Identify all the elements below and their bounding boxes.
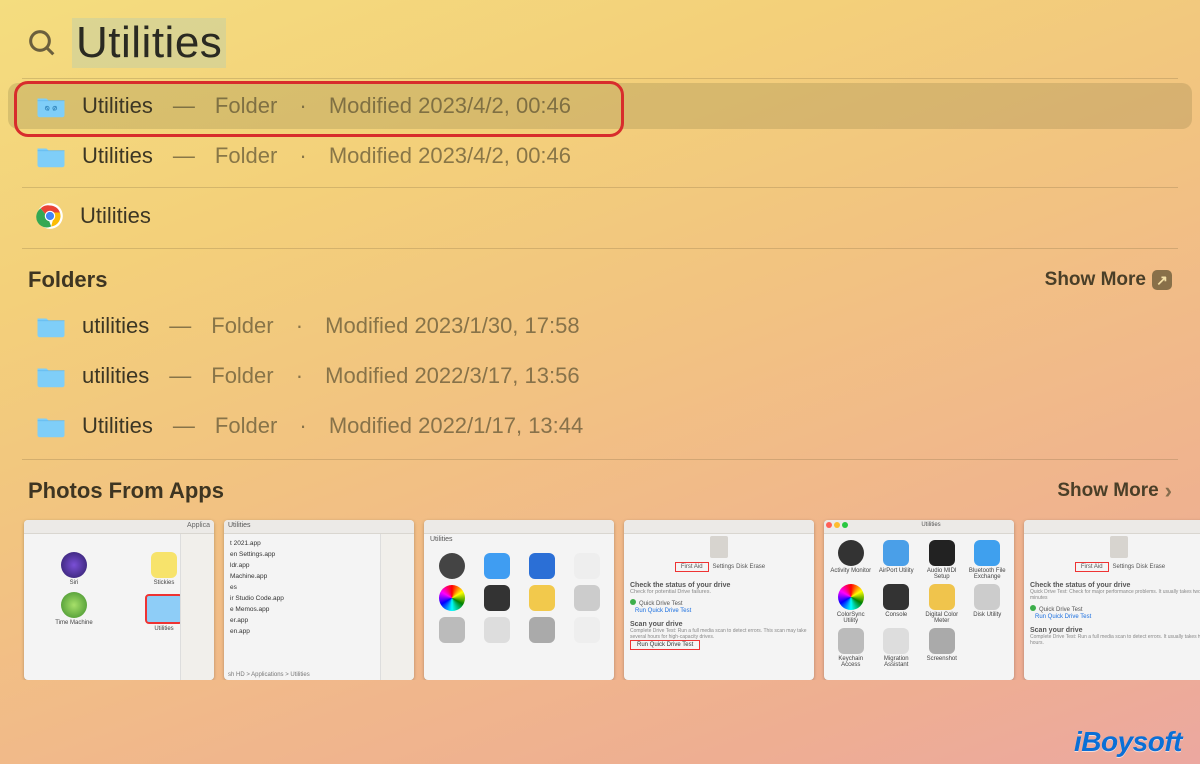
result-kind: Folder <box>211 363 273 389</box>
thumb-title: Utilities <box>224 520 414 534</box>
thumb-heading: Scan your drive <box>1030 627 1200 634</box>
result-kind: Folder <box>215 143 277 169</box>
thumb-red-button: Run Quick Drive Test <box>630 640 700 650</box>
section-title: Folders <box>28 267 107 293</box>
dash: — <box>173 93 195 119</box>
chevron-right-icon: › <box>1165 478 1172 504</box>
result-name: Utilities <box>82 413 153 439</box>
dot: · <box>293 93 313 119</box>
dot: · <box>293 143 313 169</box>
thumb-sub: Complete Drive Test: Run a full media sc… <box>1030 634 1200 646</box>
dot: · <box>290 363 310 389</box>
divider <box>22 248 1178 249</box>
section-header-photos: Photos From Apps Show More › <box>0 464 1200 510</box>
dash: — <box>173 413 195 439</box>
result-name: Utilities <box>82 93 153 119</box>
section-header-folders: Folders Show More ↗ <box>0 253 1200 299</box>
thumb-sub: Complete Drive Test: Run a full media sc… <box>630 628 808 640</box>
chrome-icon <box>36 202 64 230</box>
photo-thumb[interactable]: Utilities <box>424 520 614 680</box>
photo-thumb[interactable]: First Aid Settings Disk Erase Check the … <box>1024 520 1200 680</box>
thumb-app-label: Console <box>876 612 918 618</box>
search-row: Utilities <box>0 0 1200 78</box>
dot: · <box>290 313 310 339</box>
result-modified: Modified 2023/4/2, 00:46 <box>329 143 571 169</box>
thumb-sub: Quick Drive Test: Check for major perfor… <box>1030 589 1200 601</box>
thumb-heading: Check the status of your drive <box>1030 582 1200 589</box>
folder-result-row[interactable]: utilities — Folder · Modified 2022/3/17,… <box>8 353 1192 399</box>
photo-thumb[interactable]: Utilities t 2021.app en Settings.app ldr… <box>224 520 414 680</box>
divider <box>22 78 1178 79</box>
result-modified: Modified 2023/1/30, 17:58 <box>325 313 579 339</box>
thumb-header: Applica <box>187 522 210 529</box>
thumb-title: Utilities <box>424 534 614 545</box>
dot: · <box>293 413 313 439</box>
result-row-chrome[interactable]: Utilities <box>8 192 1192 240</box>
thumb-title: Utilities <box>921 522 940 531</box>
thumb-app-label: Activity Monitor <box>830 568 872 574</box>
dash: — <box>169 363 191 389</box>
thumb-app-label: Bluetooth File Exchange <box>967 568 1009 580</box>
folder-icon <box>36 313 66 339</box>
thumb-sub: Check for potential Drive failures. <box>630 589 808 595</box>
thumb-app-label: Screenshot <box>921 656 963 662</box>
section-title: Photos From Apps <box>28 478 224 504</box>
thumb-breadcrumb: sh HD > Applications > Utilities <box>228 672 310 678</box>
arrow-box-icon: ↗ <box>1152 270 1172 290</box>
show-more-label: Show More <box>1057 480 1158 502</box>
divider <box>22 187 1178 188</box>
result-name: Utilities <box>82 143 153 169</box>
thumb-app-label: Migration Assistant <box>876 656 918 668</box>
folder-result-row[interactable]: utilities — Folder · Modified 2023/1/30,… <box>8 303 1192 349</box>
folder-icon <box>36 413 66 439</box>
result-name: utilities <box>82 313 149 339</box>
dash: — <box>173 143 195 169</box>
thumb-tab: Settings <box>1112 564 1134 570</box>
folder-result-row[interactable]: Utilities — Folder · Modified 2022/1/17,… <box>8 403 1192 449</box>
thumb-tab: Disk Erase <box>1136 564 1165 570</box>
folder-icon <box>36 363 66 389</box>
dash: — <box>169 313 191 339</box>
photo-thumb[interactable]: Applica Siri Stickies Time Machine Utili… <box>24 520 214 680</box>
show-more-photos[interactable]: Show More › <box>1057 478 1172 504</box>
result-modified: Modified 2023/4/2, 00:46 <box>329 93 571 119</box>
thumb-tab: Settings <box>712 564 734 570</box>
result-modified: Modified 2022/3/17, 13:56 <box>325 363 579 389</box>
thumb-app-label: AirPort Utility <box>876 568 918 574</box>
show-more-label: Show More <box>1045 269 1146 291</box>
thumb-app-label: Disk Utility <box>967 612 1009 618</box>
result-kind: Folder <box>215 93 277 119</box>
result-modified: Modified 2022/1/17, 13:44 <box>329 413 583 439</box>
thumb-blue-link: Run Quick Drive Test <box>1030 613 1096 621</box>
result-name: Utilities <box>80 203 151 229</box>
thumb-blue-link: Run Quick Drive Test <box>630 607 696 615</box>
photos-strip: Applica Siri Stickies Time Machine Utili… <box>0 510 1200 680</box>
result-name: utilities <box>82 363 149 389</box>
thumb-app-label: Keychain Access <box>830 656 872 668</box>
thumb-tab: Disk Erase <box>736 564 765 570</box>
divider <box>22 459 1178 460</box>
thumb-heading: Scan your drive <box>630 621 808 628</box>
photo-thumb[interactable]: First Aid Settings Disk Erase Check the … <box>624 520 814 680</box>
thumb-app-label: ColorSync Utility <box>830 612 872 624</box>
folder-icon <box>36 143 66 169</box>
thumb-heading: Check the status of your drive <box>630 582 808 589</box>
thumb-app-label: Audio MIDI Setup <box>921 568 963 580</box>
thumb-tab: First Aid <box>675 562 709 572</box>
result-row[interactable]: Utilities — Folder · Modified 2023/4/2, … <box>8 133 1192 179</box>
watermark: iBoysoft <box>1074 726 1182 758</box>
result-kind: Folder <box>211 313 273 339</box>
folder-utilities-icon <box>36 93 66 119</box>
thumb-app-label: Siri <box>32 580 116 586</box>
spotlight-window: Utilities Utilities — Folder · Modified … <box>0 0 1200 764</box>
photo-thumb[interactable]: Utilities Activity Monitor AirPort Utili… <box>824 520 1014 680</box>
thumb-app-label: Time Machine <box>32 620 116 626</box>
search-icon <box>26 27 58 59</box>
show-more-folders[interactable]: Show More ↗ <box>1045 269 1172 291</box>
top-hit-row[interactable]: Utilities — Folder · Modified 2023/4/2, … <box>8 83 1192 129</box>
search-input[interactable]: Utilities <box>72 18 226 68</box>
thumb-tab: First Aid <box>1075 562 1109 572</box>
thumb-app-label: Digital Color Meter <box>921 612 963 624</box>
result-kind: Folder <box>215 413 277 439</box>
